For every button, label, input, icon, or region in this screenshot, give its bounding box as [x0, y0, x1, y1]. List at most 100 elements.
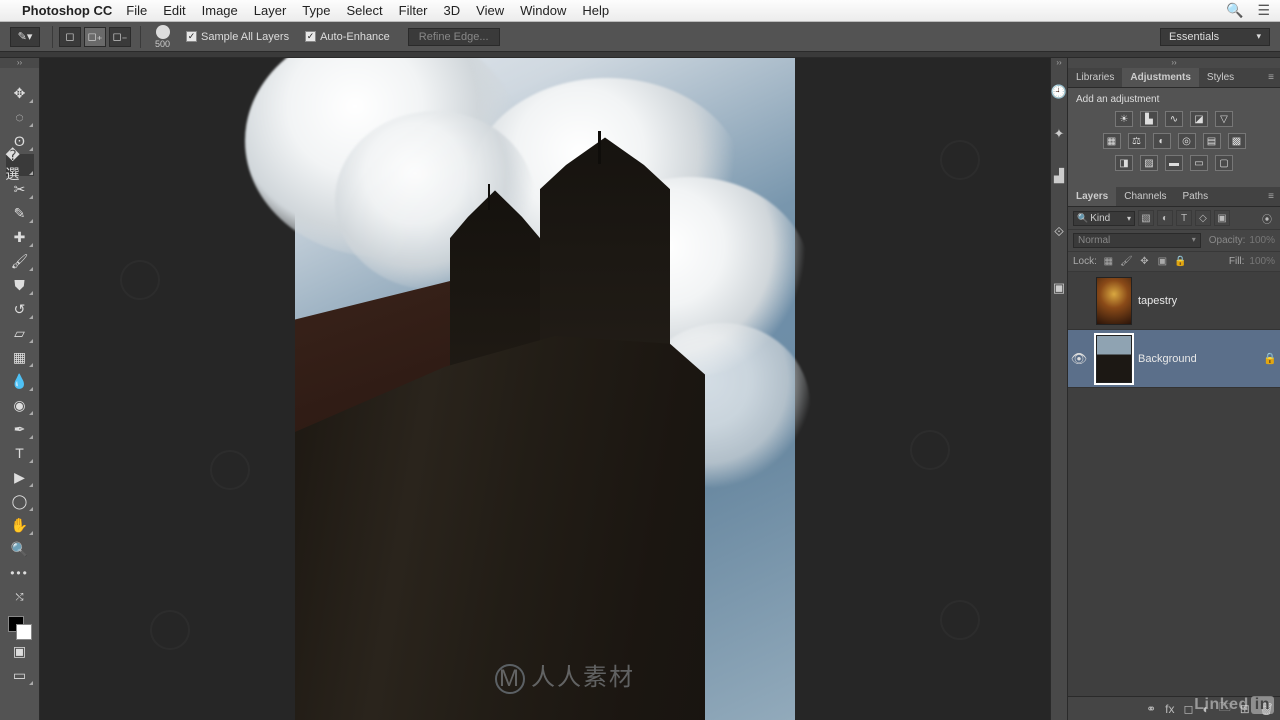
posterize-icon[interactable]: ▨ [1140, 155, 1158, 171]
eyedropper-tool[interactable]: ✎ [6, 202, 34, 224]
dodge-tool[interactable]: ◉ [6, 394, 34, 416]
selection-add-icon[interactable]: ◻₊ [84, 27, 106, 47]
selective-color-icon[interactable]: ▢ [1215, 155, 1233, 171]
menu-layer[interactable]: Layer [254, 3, 287, 18]
menu-type[interactable]: Type [302, 3, 330, 18]
lock-all-icon[interactable]: 🔒 [1174, 255, 1187, 268]
filter-pixel-icon[interactable]: ▧ [1138, 210, 1154, 226]
threshold-icon[interactable]: ▬ [1165, 155, 1183, 171]
menu-window[interactable]: Window [520, 3, 566, 18]
photo-filter-icon[interactable]: ◎ [1178, 133, 1196, 149]
layer-visibility-toggle[interactable]: 👁 [1068, 351, 1090, 367]
hue-sat-icon[interactable]: ▦ [1103, 133, 1121, 149]
layer-style-icon[interactable]: fx [1165, 702, 1174, 716]
lock-transparency-icon[interactable]: ▦ [1102, 255, 1115, 268]
curves-icon[interactable]: ∿ [1165, 111, 1183, 127]
spotlight-icon[interactable]: 🔍 [1226, 2, 1243, 19]
histogram-panel-icon[interactable]: ▟ [1051, 158, 1067, 194]
channel-mixer-icon[interactable]: ▤ [1203, 133, 1221, 149]
quick-selection-tool[interactable]: �選 [6, 154, 34, 176]
stamp-tool[interactable]: ⛊ [6, 274, 34, 296]
workspace-switcher[interactable]: Essentials [1160, 28, 1270, 46]
brightness-contrast-icon[interactable]: ☀ [1115, 111, 1133, 127]
crop-tool[interactable]: ✂ [6, 178, 34, 200]
layer-row[interactable]: 👁 Background 🔒 [1068, 330, 1280, 388]
current-tool-preset[interactable]: ✎▾ [10, 27, 40, 47]
selection-new-icon[interactable]: ◻ [59, 27, 81, 47]
color-lookup-icon[interactable]: ▩ [1228, 133, 1246, 149]
gradient-tool[interactable]: ▦ [6, 346, 34, 368]
history-panel-icon[interactable]: 🕘 [1051, 74, 1067, 110]
gradient-map-icon[interactable]: ▭ [1190, 155, 1208, 171]
panel-menu-icon[interactable]: ≡ [1262, 68, 1280, 87]
lock-artboard-icon[interactable]: ▣ [1156, 255, 1169, 268]
swap-colors-icon[interactable]: ⤭ [6, 586, 34, 608]
hand-tool[interactable]: ✋ [6, 514, 34, 536]
auto-enhance-checkbox[interactable]: ✓ Auto-Enhance [305, 31, 390, 43]
tab-styles[interactable]: Styles [1199, 68, 1242, 87]
healing-tool[interactable]: ✚ [6, 226, 34, 248]
black-white-icon[interactable]: ◐ [1153, 133, 1171, 149]
layer-name[interactable]: Background [1138, 353, 1260, 365]
blend-mode-select[interactable]: Normal [1073, 233, 1201, 248]
vibrance-icon[interactable]: ▽ [1215, 111, 1233, 127]
info-panel-icon[interactable]: ▣ [1051, 270, 1067, 306]
lock-image-icon[interactable]: 🖌 [1120, 255, 1133, 268]
filter-type-icon[interactable]: T [1176, 210, 1192, 226]
type-tool[interactable]: T [6, 442, 34, 464]
edit-toolbar[interactable]: ••• [6, 562, 34, 584]
background-color[interactable] [16, 624, 32, 640]
tab-adjustments[interactable]: Adjustments [1122, 68, 1199, 87]
shape-tool[interactable]: ◯ [6, 490, 34, 512]
filter-smart-icon[interactable]: ▣ [1214, 210, 1230, 226]
layer-row[interactable]: tapestry [1068, 272, 1280, 330]
fill-value[interactable]: 100% [1249, 256, 1275, 267]
refine-edge-button[interactable]: Refine Edge... [408, 28, 500, 46]
menu-image[interactable]: Image [202, 3, 238, 18]
filter-adjust-icon[interactable]: ◐ [1157, 210, 1173, 226]
menu-view[interactable]: View [476, 3, 504, 18]
layer-name[interactable]: tapestry [1138, 295, 1260, 307]
tab-layers[interactable]: Layers [1068, 187, 1116, 206]
tab-libraries[interactable]: Libraries [1068, 68, 1122, 87]
exposure-icon[interactable]: ◪ [1190, 111, 1208, 127]
pen-tool[interactable]: ✒ [6, 418, 34, 440]
opacity-value[interactable]: 100% [1249, 235, 1275, 246]
invert-icon[interactable]: ◨ [1115, 155, 1133, 171]
strip-collapse-handle[interactable]: ›› [1051, 58, 1067, 68]
link-layers-icon[interactable]: ⚭ [1146, 702, 1156, 716]
navigator-panel-icon[interactable]: ✦ [1051, 116, 1067, 152]
eraser-tool[interactable]: ▱ [6, 322, 34, 344]
blur-tool[interactable]: 💧 [6, 370, 34, 392]
tools-expand-handle[interactable]: ›› [0, 58, 39, 68]
panels-collapse-handle[interactable]: ›› [1068, 58, 1280, 68]
menu-3d[interactable]: 3D [444, 3, 461, 18]
menu-filter[interactable]: Filter [399, 3, 428, 18]
canvas[interactable]: M人人素材 [295, 58, 795, 720]
layer-lock-icon[interactable]: 🔒 [1260, 352, 1280, 365]
menu-list-icon[interactable]: ☰ [1257, 2, 1270, 19]
color-swatches[interactable] [8, 616, 32, 640]
menu-select[interactable]: Select [346, 3, 382, 18]
layer-thumbnail[interactable] [1096, 335, 1132, 383]
layer-thumbnail[interactable] [1096, 277, 1132, 325]
panel-menu-icon[interactable]: ≡ [1262, 187, 1280, 206]
filter-toggle-icon[interactable]: ⦿ [1259, 210, 1275, 226]
menu-edit[interactable]: Edit [163, 3, 185, 18]
marquee-tool[interactable]: ◌ [6, 106, 34, 128]
menu-help[interactable]: Help [582, 3, 609, 18]
properties-panel-icon[interactable]: ⟐ [1051, 214, 1067, 250]
color-balance-icon[interactable]: ⚖ [1128, 133, 1146, 149]
tab-paths[interactable]: Paths [1175, 187, 1217, 206]
brush-tool[interactable]: 🖌 [6, 250, 34, 272]
menu-file[interactable]: File [126, 3, 147, 18]
zoom-tool[interactable]: 🔍 [6, 538, 34, 560]
screen-mode-toggle[interactable]: ▭ [6, 664, 34, 686]
app-name[interactable]: Photoshop CC [22, 3, 112, 18]
lock-position-icon[interactable]: ✥ [1138, 255, 1151, 268]
tab-channels[interactable]: Channels [1116, 187, 1174, 206]
filter-shape-icon[interactable]: ◇ [1195, 210, 1211, 226]
path-selection-tool[interactable]: ▶ [6, 466, 34, 488]
history-brush-tool[interactable]: ↺ [6, 298, 34, 320]
brush-preview[interactable]: 500 [155, 25, 170, 49]
